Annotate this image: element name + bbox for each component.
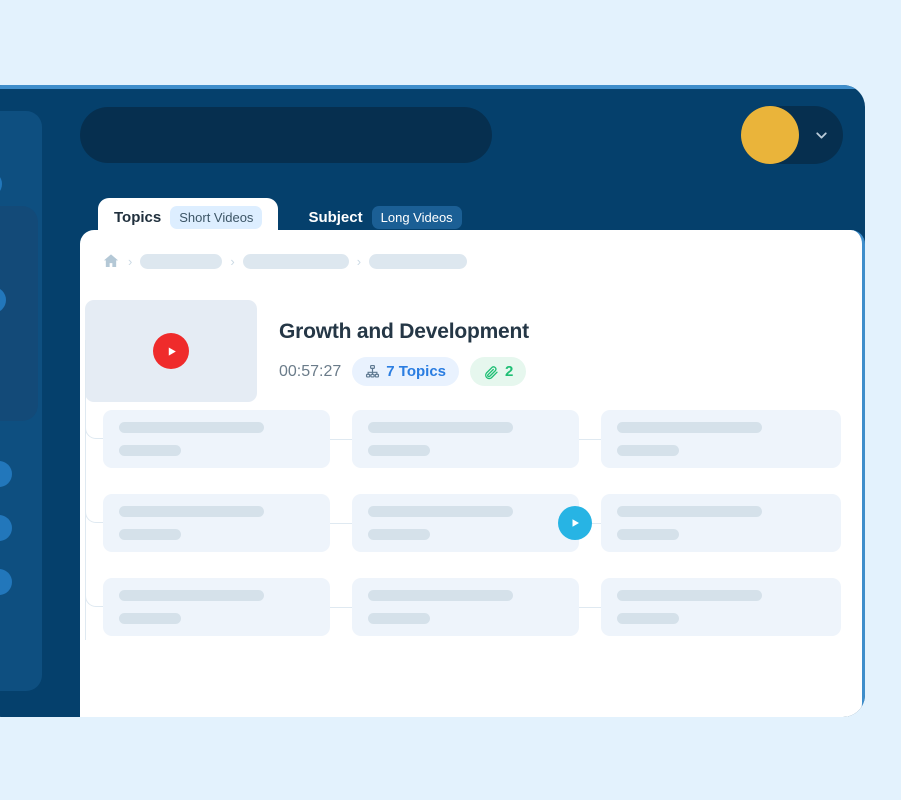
breadcrumb-item[interactable] [369,253,468,269]
tab-topics-chip: Short Videos [170,205,263,229]
topic-card-title-skeleton [119,506,264,517]
topic-card[interactable] [601,410,841,468]
tree-branch-line [85,497,103,523]
breadcrumb-item[interactable] [140,253,223,269]
breadcrumb[interactable]: › › › [102,252,468,270]
page-canvas: Topics Short Videos Subject Long Videos … [0,0,901,800]
search-input[interactable] [80,107,492,163]
topic-card-title-skeleton [368,590,513,601]
topics-badge-label: 7 Topics [386,363,447,380]
breadcrumb-separator: › [356,253,362,269]
topic-tree [80,340,862,662]
content-panel: › › › Growth and Development 00:57:27 7 … [80,230,865,717]
sidebar-item[interactable] [0,171,2,197]
topic-card-title-skeleton [617,506,762,517]
video-thumbnail[interactable] [85,300,257,402]
breadcrumb-separator: › [128,253,133,269]
topic-card[interactable] [103,578,330,636]
topic-card[interactable] [103,494,330,552]
video-meta: Growth and Development 00:57:27 7 Topics… [279,300,529,386]
sitemap-icon [365,364,380,379]
tree-connector-line [579,438,601,440]
topic-card-title-skeleton [119,590,264,601]
topic-card-subtitle-skeleton [119,445,181,456]
topics-badge[interactable]: 7 Topics [352,357,460,386]
topic-card-subtitle-skeleton [368,613,430,624]
topic-card-title-skeleton [119,422,264,433]
tree-connector-line [330,606,352,608]
window-top-accent [0,85,865,89]
sidebar-active-group [0,206,38,421]
tree-branch-line [85,581,103,607]
topic-card[interactable] [352,578,579,636]
tree-connector-line [330,438,352,440]
play-icon[interactable] [558,506,592,540]
tree-row [80,578,862,636]
breadcrumb-item[interactable] [242,253,349,269]
topic-card[interactable] [352,494,592,552]
chevron-down-icon[interactable] [799,127,843,144]
topic-card[interactable] [352,410,579,468]
topic-card[interactable] [601,494,841,552]
topic-card-subtitle-skeleton [119,613,181,624]
tree-row [80,410,862,468]
attachments-badge[interactable]: 2 [470,357,527,386]
tab-topics-label: Topics [114,208,162,226]
tab-subject-label: Subject [308,208,363,226]
account-menu-button[interactable] [741,106,843,164]
topic-card-title-skeleton [368,506,513,517]
app-window: Topics Short Videos Subject Long Videos … [0,85,865,717]
breadcrumb-separator: › [230,253,235,269]
attachments-badge-label: 2 [505,363,514,380]
topic-card-subtitle-skeleton [617,613,679,624]
topic-card-title-skeleton [368,422,513,433]
topic-card-title-skeleton [617,590,762,601]
play-icon[interactable] [153,333,189,369]
sidebar-item[interactable] [0,569,12,595]
avatar[interactable] [741,106,799,164]
home-icon[interactable] [102,252,120,270]
page-title: Growth and Development [279,320,529,343]
topic-card[interactable] [103,410,330,468]
tree-connector-line [330,522,352,524]
tree-branch-line [85,413,103,439]
tree-row [80,494,862,552]
sidebar-item[interactable] [0,461,12,487]
sidebar[interactable] [0,111,42,691]
paperclip-icon [483,364,499,380]
tab-subject-chip: Long Videos [371,205,462,229]
topic-card-title-skeleton [617,422,762,433]
topic-card[interactable] [601,578,841,636]
sidebar-item[interactable] [0,515,12,541]
video-meta-row: 00:57:27 7 Topics 2 [279,357,529,386]
topic-card-subtitle-skeleton [617,445,679,456]
video-duration: 00:57:27 [279,362,342,380]
topic-card-subtitle-skeleton [368,445,430,456]
tree-connector-line [579,606,601,608]
topic-card-subtitle-skeleton [368,529,430,540]
topic-card-subtitle-skeleton [119,529,181,540]
video-header: Growth and Development 00:57:27 7 Topics… [80,300,862,402]
topic-card-subtitle-skeleton [617,529,679,540]
